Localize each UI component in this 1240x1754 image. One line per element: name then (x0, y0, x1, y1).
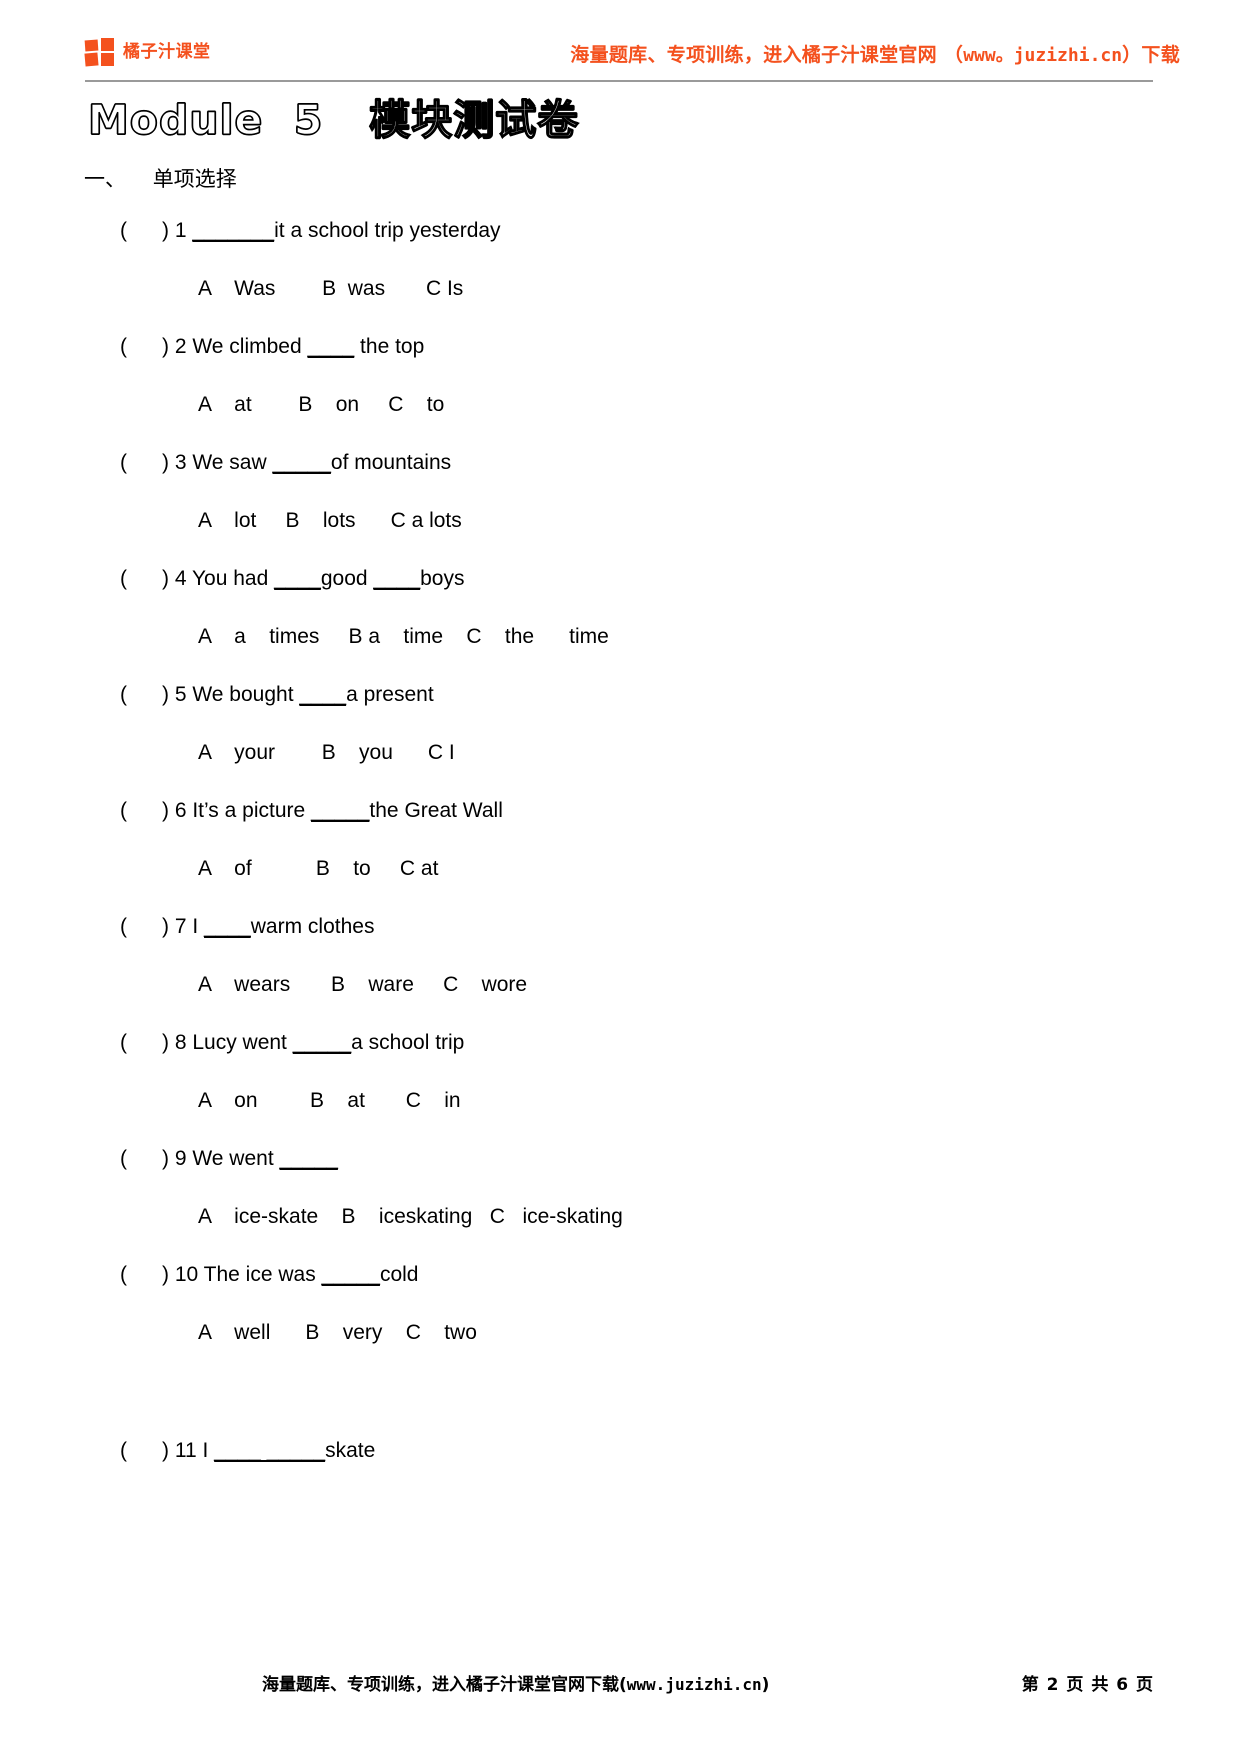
question-stem: ( ) 1 _______it a school trip yesterday (0, 220, 1240, 278)
question-options[interactable]: A ice-skate B iceskating C ice-skating (0, 1206, 1240, 1264)
stem-text-head: We climbed (192, 335, 308, 358)
answer-bracket[interactable]: ( ) 1 (120, 219, 192, 242)
blank-line: _______ (192, 219, 275, 242)
stem-text-head: You had (191, 567, 275, 590)
stem-text: of mountains (330, 451, 452, 474)
question-list: ( ) 1 _______it a school trip yesterday … (0, 220, 1240, 1498)
footer-promo: 海量题库、专项训练，进入橘子汁课堂官网下载(www.juzizhi.cn) (262, 1670, 769, 1695)
stem-text-head: It’s a picture (192, 799, 312, 822)
answer-bracket[interactable]: ( ) 6 (120, 799, 192, 822)
blank-line: _____ (272, 451, 331, 474)
question-item: ( ) 8 Lucy went _____a school trip A on … (0, 1032, 1240, 1148)
question-options[interactable]: A your B you C I (0, 742, 1240, 800)
stem-text: it a school trip yesterday (274, 219, 501, 242)
question-options[interactable]: A well B very C two (0, 1322, 1240, 1380)
answer-bracket[interactable]: ( ) 3 (120, 451, 192, 474)
blank-line: ____ (274, 567, 321, 590)
section-heading: 一、 单项选择 (84, 167, 237, 191)
page-number: 第 2 页 共 6 页 (1021, 1675, 1154, 1695)
question-item: ( ) 5 We bought ____a present A your B y… (0, 684, 1240, 800)
stem-text-mid: good (320, 567, 374, 590)
stem-text-head: The ice was (203, 1263, 322, 1286)
header-divider (85, 80, 1153, 82)
answer-bracket[interactable]: ( ) 9 (120, 1147, 192, 1170)
page-footer: 海量题库、专项训练，进入橘子汁课堂官网下载(www.juzizhi.cn) 第 … (0, 1670, 1240, 1710)
footer-promo-tail: ) (761, 1675, 770, 1695)
stem-text: a school trip (351, 1031, 465, 1054)
header-promo-tail: ）下载 (1122, 44, 1180, 66)
answer-bracket[interactable]: ( ) 2 (120, 335, 192, 358)
question-stem: ( ) 6 It’s a picture _____the Great Wall (0, 800, 1240, 858)
question-options[interactable]: A wears B ware C wore (0, 974, 1240, 1032)
stem-text: a present (346, 683, 434, 706)
header-promo-text: 海量题库、专项训练，进入橘子汁课堂官网 （ (570, 44, 964, 66)
stem-text-head: We went (192, 1147, 280, 1170)
question-options[interactable]: A at B on C to (0, 394, 1240, 452)
stem-text-head: I (192, 915, 205, 938)
question-options[interactable]: A a times B a time C the time (0, 626, 1240, 684)
stem-text-head: We saw (192, 451, 273, 474)
page-title: Module 5 模块测试卷 (87, 96, 580, 144)
stem-text-head: I (202, 1439, 215, 1462)
question-options[interactable]: A Was B was C Is (0, 278, 1240, 336)
blank-line: ____ (204, 915, 251, 938)
question-stem: ( ) 3 We saw _____of mountains (0, 452, 1240, 510)
question-item: ( ) 11 I ____ _____skate (0, 1440, 1240, 1498)
four-square-logo-icon (84, 38, 116, 67)
answer-bracket[interactable]: ( ) 5 (120, 683, 192, 706)
answer-bracket[interactable]: ( ) 10 (120, 1263, 204, 1286)
question-options[interactable]: A lot B lots C a lots (0, 510, 1240, 568)
question-stem: ( ) 10 The ice was _____cold (0, 1264, 1240, 1322)
question-stem: ( ) 9 We went _____ (0, 1148, 1240, 1206)
blank-line: ____ (307, 335, 355, 358)
question-stem: ( ) 5 We bought ____a present (0, 684, 1240, 742)
question-stem: ( ) 4 You had ____good ____boys (0, 568, 1240, 626)
stem-text: warm clothes (250, 915, 375, 938)
page-header: 橘子汁课堂 海量题库、专项训练，进入橘子汁课堂官网 （www。juzizhi.c… (0, 0, 1240, 86)
question-options[interactable]: A on B at C in (0, 1090, 1240, 1148)
question-item: ( ) 2 We climbed ____ the top A at B on … (0, 336, 1240, 452)
blank-line: _____ (311, 799, 370, 822)
question-options[interactable]: A of B to C at (0, 858, 1240, 916)
answer-bracket[interactable]: ( ) 11 (120, 1439, 202, 1462)
question-stem: ( ) 7 I ____warm clothes (0, 916, 1240, 974)
answer-bracket[interactable]: ( ) 7 (120, 915, 192, 938)
stem-text: the top (354, 335, 425, 358)
question-item: ( ) 9 We went _____ A ice-skate B iceska… (0, 1148, 1240, 1264)
answer-bracket[interactable]: ( ) 8 (120, 1031, 192, 1054)
stem-text: cold (379, 1263, 419, 1286)
question-item: ( ) 4 You had ____good ____boys A a time… (0, 568, 1240, 684)
brand-name: 橘子汁课堂 (123, 41, 211, 62)
blank-line: _____ (292, 1031, 352, 1054)
question-item: ( ) 7 I ____warm clothes A wears B ware … (0, 916, 1240, 1032)
stem-text-head: We bought (192, 683, 300, 706)
question-stem: ( ) 8 Lucy went _____a school trip (0, 1032, 1240, 1090)
stem-text-head: Lucy went (192, 1031, 293, 1054)
blank-line: ____ (299, 683, 347, 706)
stem-text: boys (420, 567, 465, 590)
question-item: ( ) 1 _______it a school trip yesterday … (0, 220, 1240, 336)
blank-line: ____ _____ (214, 1439, 326, 1462)
question-item: ( ) 10 The ice was _____cold A well B ve… (0, 1264, 1240, 1380)
blank-line: _____ (321, 1263, 380, 1286)
blank-line: _____ (279, 1147, 338, 1170)
footer-promo-text: 海量题库、专项训练，进入橘子汁课堂官网下载( (262, 1675, 627, 1695)
question-stem: ( ) 11 I ____ _____skate (0, 1440, 1240, 1498)
question-item: ( ) 3 We saw _____of mountains A lot B l… (0, 452, 1240, 568)
header-promo-url: www。juzizhi.cn (963, 45, 1123, 66)
footer-promo-url: www.juzizhi.cn (626, 1675, 762, 1694)
question-stem: ( ) 2 We climbed ____ the top (0, 336, 1240, 394)
question-item: ( ) 6 It’s a picture _____the Great Wall… (0, 800, 1240, 916)
stem-text: skate (325, 1439, 376, 1462)
blank-line-2: ____ (373, 567, 421, 590)
answer-bracket[interactable]: ( ) 4 (120, 567, 192, 590)
stem-text: the Great Wall (369, 799, 503, 822)
brand: 橘子汁课堂 (84, 38, 211, 67)
header-promo: 海量题库、专项训练，进入橘子汁课堂官网 （www。juzizhi.cn）下载 (570, 40, 1180, 67)
